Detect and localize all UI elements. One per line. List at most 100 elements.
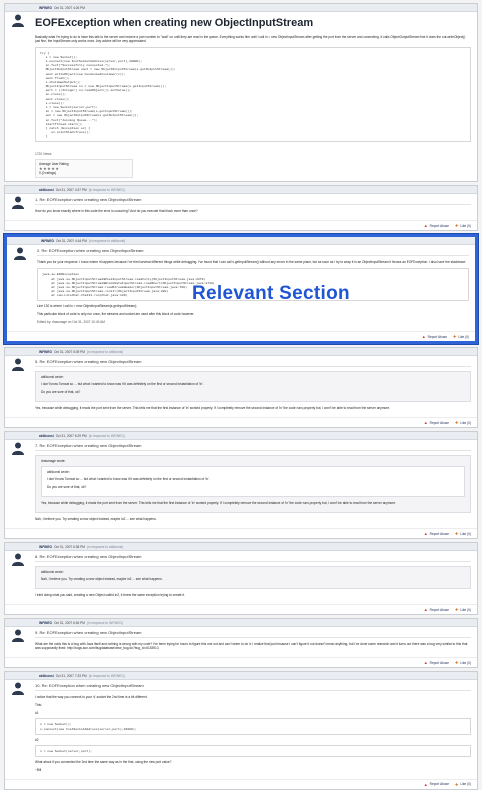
report-abuse-button[interactable]: ▲ Report Abuse — [422, 334, 447, 339]
code-block: s = new Socket(server,port); — [35, 744, 471, 757]
reply-title[interactable]: 7. Re: EOFException when creating new Ob… — [35, 443, 471, 452]
in-response-link[interactable]: (in response to abillconsl) — [87, 545, 123, 549]
post-text: I tried doing what you said, creating a … — [35, 593, 185, 598]
post-body: 10. Re: EOFException when creating new O… — [5, 680, 477, 779]
avatar-icon[interactable] — [11, 681, 25, 696]
in-response-link[interactable]: (in response to abillconsl) — [87, 350, 123, 354]
thread-title: EOFException when creating new ObjectInp… — [35, 17, 314, 29]
report-label: Report Abuse — [429, 607, 449, 612]
avatar-icon[interactable] — [11, 13, 25, 27]
reply-title[interactable]: 10. Re: EOFException when creating new O… — [35, 683, 471, 692]
rating-box: Average User Rating ★★★★★ 0 (0 ratings) — [35, 159, 133, 179]
reply-title[interactable]: 8. Re: EOFException when creating new Ob… — [35, 554, 471, 563]
author-name[interactable]: INFINEO — [39, 6, 52, 10]
thumb-up-icon: ✚ — [455, 660, 459, 666]
post-actions: ▲ Report Abuse ✚ Like (0) — [5, 778, 477, 789]
item-number: #1 — [35, 711, 39, 716]
reply-title[interactable]: 9. Re: EOFException when creating new Ob… — [35, 630, 471, 639]
like-button[interactable]: ✚ Like (0) — [455, 531, 471, 536]
in-response-link[interactable]: (in response to INFINEO) — [89, 434, 125, 438]
post-body: 9. Re: EOFException when creating new Ob… — [5, 627, 477, 657]
post-date: Oct 31, 2007 4:44 PM — [55, 238, 87, 243]
reply-title[interactable]: 2. Re: EOFException when creating new Ob… — [37, 248, 469, 257]
report-label: Report Abuse — [429, 531, 449, 536]
post-actions: ▲ Report Abuse ✚ Like (0) — [5, 417, 477, 427]
post-date: Oct 31, 2007 4:26 PM — [53, 5, 85, 10]
reply-post: INFINEO Oct 31, 2007 5:39 PM (in respons… — [4, 347, 478, 429]
post-body: EOFException when creating new ObjectInp… — [5, 12, 477, 181]
author-name[interactable]: INFINEO — [39, 621, 52, 625]
like-button[interactable]: ✚ Like (0) — [455, 660, 471, 665]
like-button[interactable]: ✚ Like (0) — [455, 782, 471, 787]
like-button[interactable]: ✚ Like (0) — [455, 223, 471, 228]
reply-post: abillconsl Oct 31, 2007 7:33 PM (in resp… — [4, 671, 478, 790]
quote-text: I don't know Tomcat so ... but what I wa… — [47, 477, 210, 482]
post-date: Oct 31, 2007 4:37 PM — [55, 187, 87, 192]
post-header: abillconsl Oct 31, 2007 6:29 PM (in resp… — [5, 432, 477, 441]
author-name[interactable]: abillconsl — [39, 188, 54, 192]
post-text: How do you know exactly where in this co… — [35, 209, 198, 214]
author-name[interactable]: INFINEO — [41, 239, 54, 243]
post-body: 7. Re: EOFException when creating new Ob… — [5, 440, 477, 528]
flag-icon: ▲ — [423, 531, 428, 537]
author-name[interactable]: INFINEO — [39, 350, 52, 354]
in-response-link[interactable]: (in response to abillconsl) — [89, 239, 125, 243]
avatar-icon[interactable] — [11, 195, 25, 210]
post-date: Oct 31, 2007 5:39 PM — [53, 349, 85, 354]
thumb-up-icon: ✚ — [453, 334, 457, 340]
thumb-up-icon: ✚ — [455, 223, 459, 229]
post-date: Oct 31, 2007 6:29 PM — [55, 433, 87, 438]
like-label: Like (0) — [460, 531, 471, 536]
avatar-icon[interactable] — [11, 441, 25, 456]
item-number: #2 — [35, 737, 39, 742]
post-date: Oct 31, 2007 6:38 PM — [53, 544, 85, 549]
avatar-icon[interactable] — [11, 628, 25, 643]
original-post: INFINEO Oct 31, 2007 4:26 PM EOFExceptio… — [4, 3, 478, 183]
report-abuse-button[interactable]: ▲ Report Abuse — [424, 420, 449, 425]
author-name[interactable]: abillconsl — [39, 674, 54, 678]
report-label: Report Abuse — [429, 420, 449, 425]
author-name[interactable]: abillconsl — [39, 434, 54, 438]
post-header: abillconsl Oct 31, 2007 4:37 PM (in resp… — [5, 186, 477, 195]
avatar-icon[interactable] — [11, 357, 25, 372]
post-text: What are the odds this is a bug with Jav… — [35, 642, 468, 651]
post-date: Oct 31, 2007 7:33 PM — [55, 673, 87, 678]
report-abuse-button[interactable]: ▲ Report Abuse — [424, 531, 449, 536]
quote-author: drawmage wrote: — [41, 459, 66, 464]
quote-author: abillconsl wrote: — [41, 570, 64, 575]
reply-title[interactable]: 1. Re: EOFException when creating new Ob… — [35, 197, 471, 206]
avatar-icon[interactable] — [11, 552, 25, 567]
report-abuse-button[interactable]: ▲ Report Abuse — [424, 223, 449, 228]
reply-post: abillconsl Oct 31, 2007 6:29 PM (in resp… — [4, 431, 478, 540]
edited-note: Edited by: drawmage on Oct 31, 2007 10:4… — [37, 320, 105, 325]
report-abuse-button[interactable]: ▲ Report Abuse — [424, 660, 449, 665]
quote-text: I don't know Tomcat so ... but what I wa… — [41, 382, 204, 387]
like-button[interactable]: ✚ Like (0) — [455, 420, 471, 425]
in-response-link[interactable]: (in response to INFINEO) — [89, 674, 125, 678]
post-header: INFINEO Oct 31, 2007 6:38 PM (in respons… — [5, 543, 477, 552]
quote-text-2: Do you are sure of that, ok? — [47, 485, 87, 490]
post-actions: ▲ Report Abuse ✚ Like (0) — [5, 528, 477, 538]
like-button[interactable]: ✚ Like (0) — [455, 607, 471, 612]
report-abuse-button[interactable]: ▲ Report Abuse — [424, 782, 449, 787]
post-actions: ▲ Report Abuse ✚ Like (0) — [5, 220, 477, 230]
post-date: Oct 31, 2007 6:54 PM — [53, 620, 85, 625]
post-text: What about if you connected the 2nd time… — [35, 759, 172, 764]
reply-title[interactable]: 5. Re: EOFException when creating new Ob… — [35, 359, 471, 368]
reply-post: INFINEO Oct 31, 2007 6:38 PM (in respons… — [4, 542, 478, 616]
report-label: Report Abuse — [429, 782, 449, 787]
flag-icon: ▲ — [423, 607, 428, 613]
thumb-up-icon: ✚ — [455, 781, 459, 787]
avatar-icon[interactable] — [13, 246, 27, 261]
post-text: Nah, I believe you. Try creating a new o… — [35, 517, 157, 522]
post-header: INFINEO Oct 31, 2007 4:44 PM (in respons… — [7, 237, 475, 246]
author-name[interactable]: INFINEO — [39, 545, 52, 549]
in-response-link[interactable]: (in response to INFINEO) — [89, 188, 125, 192]
like-label: Like (0) — [460, 660, 471, 665]
in-response-link[interactable]: (in response to INFINEO) — [87, 621, 123, 625]
quote-block: abillconsl wrote: Nah, I believe you. Tr… — [35, 566, 471, 590]
like-button[interactable]: ✚ Like (0) — [453, 334, 469, 339]
post-text: I notice that the way you connect to you… — [35, 695, 148, 700]
report-abuse-button[interactable]: ▲ Report Abuse — [424, 607, 449, 612]
post-header: INFINEO Oct 31, 2007 5:39 PM (in respons… — [5, 348, 477, 357]
